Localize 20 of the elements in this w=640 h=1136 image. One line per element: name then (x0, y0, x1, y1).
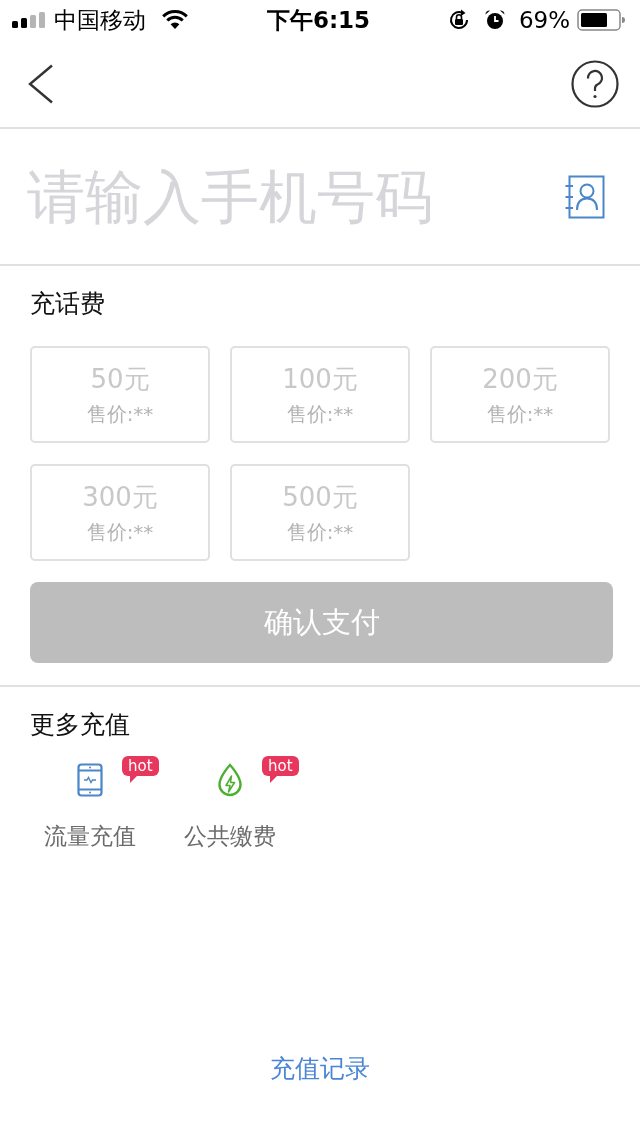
rotation-lock-icon (447, 9, 470, 31)
help-button[interactable] (571, 59, 619, 108)
clock-time: 下午6:15 (266, 6, 371, 33)
signal-icon (12, 12, 46, 28)
help-icon (571, 59, 619, 108)
carrier-name: 中国移动 (54, 5, 146, 35)
recharge-option-label[interactable]: 公共缴费 (184, 822, 276, 850)
section-title: 充话费 (30, 289, 105, 319)
back-icon (28, 63, 54, 104)
battery-percent: 69% (518, 7, 570, 33)
phone-data-icon[interactable] (77, 763, 103, 797)
lightning-drop-icon[interactable] (217, 763, 243, 797)
battery-icon (577, 9, 625, 31)
section-title: 更多充值 (30, 710, 130, 740)
contacts-button[interactable] (565, 174, 605, 219)
recharge-option-label[interactable]: 流量充值 (44, 822, 136, 850)
recharge-history-link[interactable]: 充值记录 (270, 1054, 370, 1083)
wifi-icon (161, 10, 189, 30)
contacts-book-icon (565, 174, 605, 219)
alarm-clock-icon (483, 9, 506, 31)
